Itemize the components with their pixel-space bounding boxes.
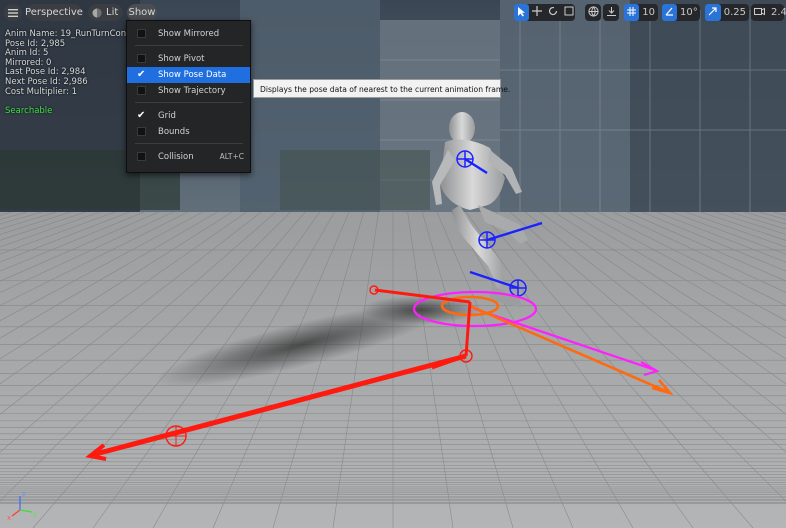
x-axis-line [11, 509, 21, 517]
menu-item-show-mirrored[interactable]: Show Mirrored [127, 26, 250, 42]
lit-mode-button[interactable]: Lit [88, 4, 123, 21]
scale-icon [564, 6, 574, 19]
show-menu-button[interactable]: Show [127, 4, 157, 21]
view-mode-button[interactable]: Perspective [25, 4, 83, 21]
rotation-snap-toggle[interactable] [662, 4, 677, 21]
pose-info-overlay: Anim Name: 19_RunTurnContinu Pose Id: 2,… [5, 29, 143, 117]
menu-item-grid[interactable]: ✔ Grid [127, 108, 250, 124]
translate-icon [532, 6, 542, 19]
axis-gizmo: z x y [7, 490, 37, 522]
grid-snap-icon [627, 6, 637, 19]
hamburger-menu-icon [8, 8, 18, 17]
menu-item-label: Bounds [158, 127, 190, 137]
globe-icon [587, 5, 599, 20]
y-axis-line [19, 509, 33, 513]
rotation-snap-value[interactable]: 10° [677, 4, 701, 21]
menu-item-bounds[interactable]: Bounds [127, 124, 250, 140]
surface-snap-button[interactable] [603, 4, 619, 21]
grid-snap-value[interactable]: 10 [639, 4, 658, 21]
scale-snap-value[interactable]: 0.25 [721, 4, 749, 21]
scale-snap-toggle[interactable] [705, 4, 721, 21]
show-menu-label: Show [128, 7, 156, 18]
searchable-status: Searchable [5, 106, 53, 117]
menu-item-label: Collision [158, 152, 194, 162]
menu-item-label: Show Trajectory [158, 86, 226, 96]
view-mode-label: Perspective [25, 7, 83, 18]
lit-mode-label: Lit [106, 7, 119, 18]
select-arrow-icon [517, 6, 526, 20]
menu-separator [135, 102, 243, 103]
collision-checkbox[interactable] [137, 152, 146, 161]
scale-snap-group[interactable]: 0.25 [705, 4, 749, 21]
menu-separator [135, 143, 243, 144]
menu-item-label: Show Mirrored [158, 29, 220, 39]
menu-item-label: Grid [158, 111, 176, 121]
show-pivot-checkbox[interactable] [137, 54, 146, 63]
camera-speed-group[interactable]: 2.4 [751, 4, 786, 21]
menu-item-show-pivot[interactable]: Show Pivot [127, 51, 250, 67]
y-axis-label: y [33, 510, 37, 518]
menu-item-show-pose-data[interactable]: ✔ Show Pose Data [127, 67, 250, 83]
viewport-menu-button[interactable] [4, 4, 22, 21]
scale-snap-icon [708, 6, 717, 19]
menu-item-label: Show Pose Data [158, 70, 227, 80]
translate-tool-button[interactable] [529, 4, 545, 21]
surface-snap-icon [606, 6, 617, 20]
checkmark-icon[interactable]: ✔ [137, 109, 148, 122]
x-axis-label: x [7, 514, 11, 522]
grid-snap-group[interactable]: 10 [624, 4, 658, 21]
rotate-tool-button[interactable] [545, 4, 561, 21]
lit-sphere-icon [92, 8, 102, 18]
camera-speed-value[interactable]: 2.4 [768, 4, 786, 21]
camera-speed-icon [754, 7, 765, 19]
show-trajectory-checkbox[interactable] [137, 86, 146, 95]
show-mirrored-checkbox[interactable] [137, 29, 146, 38]
viewport[interactable]: Perspective Lit Show 10 10° 0.25 2.4 Ani… [0, 0, 786, 528]
pose-data-tooltip: Displays the pose data of nearest to the… [253, 79, 510, 98]
z-axis-label: z [22, 490, 26, 498]
select-tool-button[interactable] [514, 4, 529, 21]
camera-speed-toggle[interactable] [751, 4, 768, 21]
checkmark-icon[interactable]: ✔ [137, 68, 148, 81]
angle-snap-icon [665, 7, 674, 19]
rotation-snap-group[interactable]: 10° [662, 4, 700, 21]
grid-snap-toggle[interactable] [624, 4, 640, 21]
rotate-icon [548, 6, 558, 19]
bounds-checkbox[interactable] [137, 127, 146, 136]
scale-tool-button[interactable] [561, 4, 577, 21]
menu-item-collision[interactable]: Collision ALT+C [127, 149, 250, 165]
menu-item-label: Show Pivot [158, 54, 205, 64]
collision-shortcut: ALT+C [219, 152, 244, 161]
show-dropdown-menu: Show Mirrored Show Pivot ✔ Show Pose Dat… [126, 20, 251, 173]
coordinate-space-button[interactable] [585, 4, 601, 21]
menu-item-show-trajectory[interactable]: Show Trajectory [127, 83, 250, 99]
menu-separator [135, 45, 243, 46]
cost-multiplier-text: Cost Multiplier: 1 [5, 86, 78, 97]
transform-tools [514, 4, 575, 21]
